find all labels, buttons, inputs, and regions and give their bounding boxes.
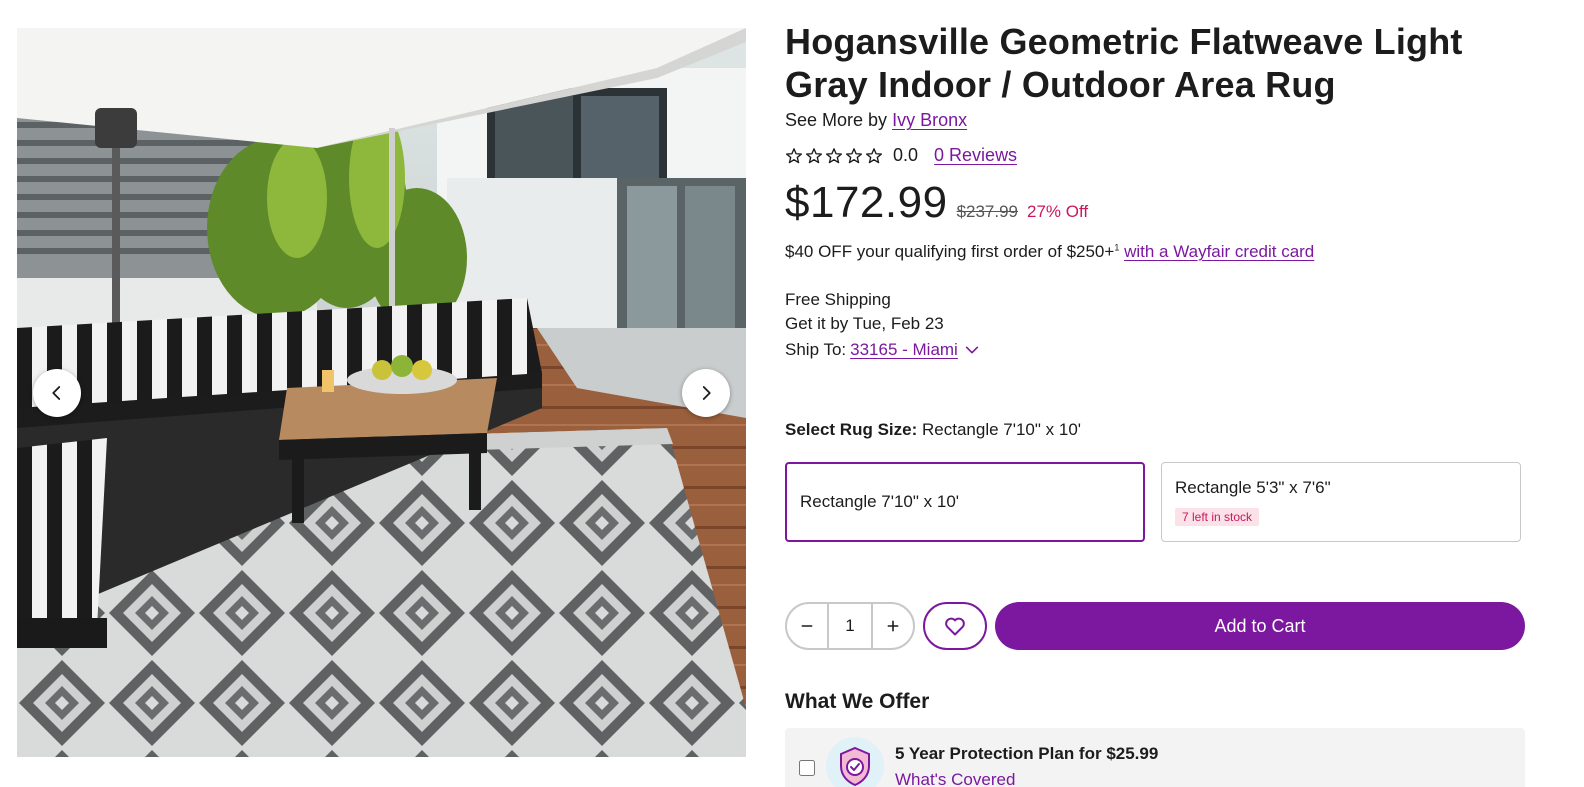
star-outline-icon xyxy=(825,147,843,163)
whats-covered-link[interactable]: What's Covered xyxy=(895,770,1158,787)
reviews-link[interactable]: 0 Reviews xyxy=(934,145,1017,166)
cart-row: Add to Cart xyxy=(785,602,1525,650)
see-more-label: See More by xyxy=(785,110,888,130)
protection-plan-label: 5 Year Protection Plan for $25.99 xyxy=(895,744,1159,763)
star-outline-icon xyxy=(845,147,863,163)
credit-card-promo: $40 OFF your qualifying first order of $… xyxy=(785,242,1525,262)
protection-plan-checkbox[interactable] xyxy=(799,760,815,776)
product-title: Hogansville Geometric Flatweave Light Gr… xyxy=(785,21,1463,105)
previous-image-button[interactable] xyxy=(33,369,81,417)
next-image-button[interactable] xyxy=(682,369,730,417)
credit-card-link[interactable]: with a Wayfair credit card xyxy=(1124,242,1314,261)
decrease-quantity-button[interactable] xyxy=(787,604,827,648)
ship-to-location-link[interactable]: 33165 - Miami xyxy=(850,338,958,362)
shipping-info: Free Shipping Get it by Tue, Feb 23 Ship… xyxy=(785,288,1525,362)
product-image xyxy=(17,28,746,757)
ship-to-label: Ship To: xyxy=(785,340,847,359)
size-select-label: Select Rug Size: Rectangle 7'10" x 10' xyxy=(785,420,1525,440)
size-option-5-3x7-6[interactable]: Rectangle 5'3" x 7'6" 7 left in stock xyxy=(1161,462,1521,542)
add-to-favorites-button[interactable] xyxy=(923,602,987,650)
original-price: $237.99 xyxy=(956,202,1019,221)
add-to-cart-button[interactable]: Add to Cart xyxy=(995,602,1525,650)
protection-plan-offer: 5 Year Protection Plan for $25.99 What's… xyxy=(785,728,1525,787)
minus-icon xyxy=(801,625,813,627)
brand-link[interactable]: Ivy Bronx xyxy=(892,110,967,130)
size-option-7-10x10[interactable]: Rectangle 7'10" x 10' xyxy=(785,462,1145,542)
promo-footnote: 1 xyxy=(1114,242,1120,253)
plus-icon xyxy=(887,620,899,632)
star-rating xyxy=(785,147,883,165)
chevron-left-icon xyxy=(52,386,61,400)
discount-label: 27% Off xyxy=(1027,202,1089,221)
stock-badge: 7 left in stock xyxy=(1175,508,1260,526)
chevron-right-icon xyxy=(702,386,711,400)
star-outline-icon xyxy=(805,147,823,163)
size-select-title: Select Rug Size: xyxy=(785,420,918,439)
price-row: $172.99 $237.99 27% Off xyxy=(785,178,1525,228)
star-outline-icon xyxy=(785,147,803,163)
rating-value: 0.0 xyxy=(893,145,919,165)
size-option-label: Rectangle 7'10" x 10' xyxy=(800,492,960,511)
what-we-offer-heading: What We Offer xyxy=(785,690,930,713)
promo-text: $40 OFF your qualifying first order of $… xyxy=(785,242,1115,261)
delivery-estimate: Get it by Tue, Feb 23 xyxy=(785,314,944,333)
rating-row: 0.0 0 Reviews xyxy=(785,145,1525,166)
quantity-input[interactable] xyxy=(827,604,873,648)
free-shipping-label: Free Shipping xyxy=(785,290,891,309)
size-option-label: Rectangle 5'3" x 7'6" xyxy=(1175,478,1331,497)
size-options: Rectangle 7'10" x 10' Rectangle 5'3" x 7… xyxy=(785,462,1525,542)
ship-to-row: Ship To: 33165 - Miami xyxy=(785,338,1525,362)
shield-check-icon xyxy=(825,736,885,787)
heart-icon xyxy=(945,617,965,636)
chevron-down-icon[interactable] xyxy=(964,342,980,358)
increase-quantity-button[interactable] xyxy=(873,604,913,648)
selected-size: Rectangle 7'10" x 10' xyxy=(922,420,1082,439)
protection-plan-text: 5 Year Protection Plan for $25.99 What's… xyxy=(895,744,1158,787)
product-info-panel: Hogansville Geometric Flatweave Light Gr… xyxy=(785,20,1525,787)
star-outline-icon xyxy=(865,147,883,163)
product-image-gallery xyxy=(17,28,746,757)
quantity-stepper xyxy=(785,602,915,650)
brand-line: See More by Ivy Bronx xyxy=(785,110,1525,131)
sale-price: $172.99 xyxy=(785,178,948,227)
